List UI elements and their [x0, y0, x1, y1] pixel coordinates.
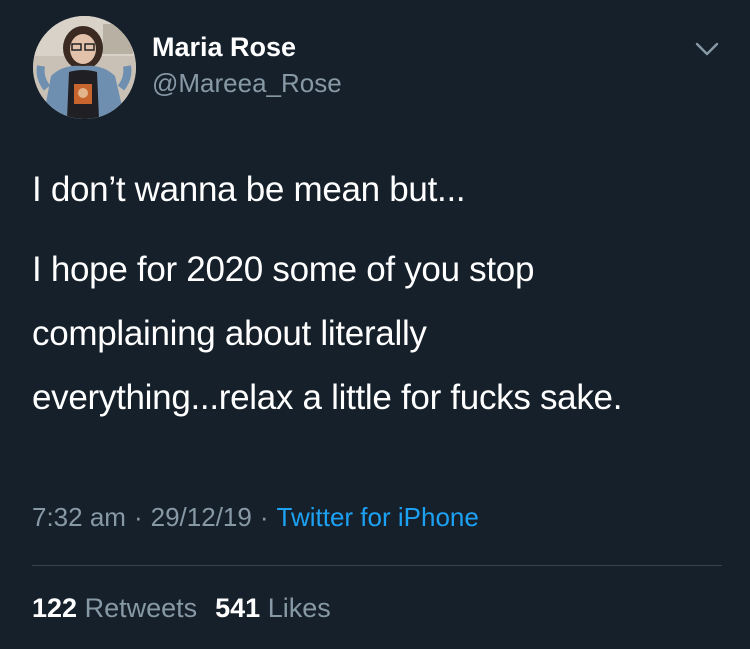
tweet-date: 29/12/19: [150, 502, 252, 532]
tweet-stats: 122 Retweets 541 Likes: [32, 590, 331, 626]
avatar[interactable]: [33, 16, 136, 119]
likes-count: 541: [215, 593, 261, 623]
tweet-detail: Maria Rose @Mareea_Rose I don’t wanna be…: [0, 0, 750, 649]
likes-stat[interactable]: 541 Likes: [215, 593, 331, 623]
divider: [32, 565, 722, 566]
retweets-count: 122: [32, 593, 78, 623]
tweet-time: 7:32 am: [32, 502, 126, 532]
tweet-source-link[interactable]: Twitter for iPhone: [277, 502, 479, 532]
retweets-label: Retweets: [84, 593, 198, 623]
retweets-stat[interactable]: 122 Retweets: [32, 593, 197, 623]
tweet-text-line: everything...relax a little for fucks sa…: [32, 378, 623, 417]
chevron-down-icon[interactable]: [693, 38, 721, 60]
tweet-meta: 7:32 am · 29/12/19 · Twitter for iPhone: [32, 500, 479, 534]
likes-label: Likes: [267, 593, 331, 623]
tweet-text-line: complaining about literally: [32, 314, 427, 353]
separator: ·: [133, 502, 143, 532]
separator: ·: [259, 502, 269, 532]
user-handle[interactable]: @Mareea_Rose: [152, 66, 342, 100]
tweet-text-line: I don’t wanna be mean but...: [32, 170, 466, 209]
tweet-text-line: I hope for 2020 some of you stop: [32, 250, 535, 289]
display-name[interactable]: Maria Rose: [152, 30, 296, 64]
